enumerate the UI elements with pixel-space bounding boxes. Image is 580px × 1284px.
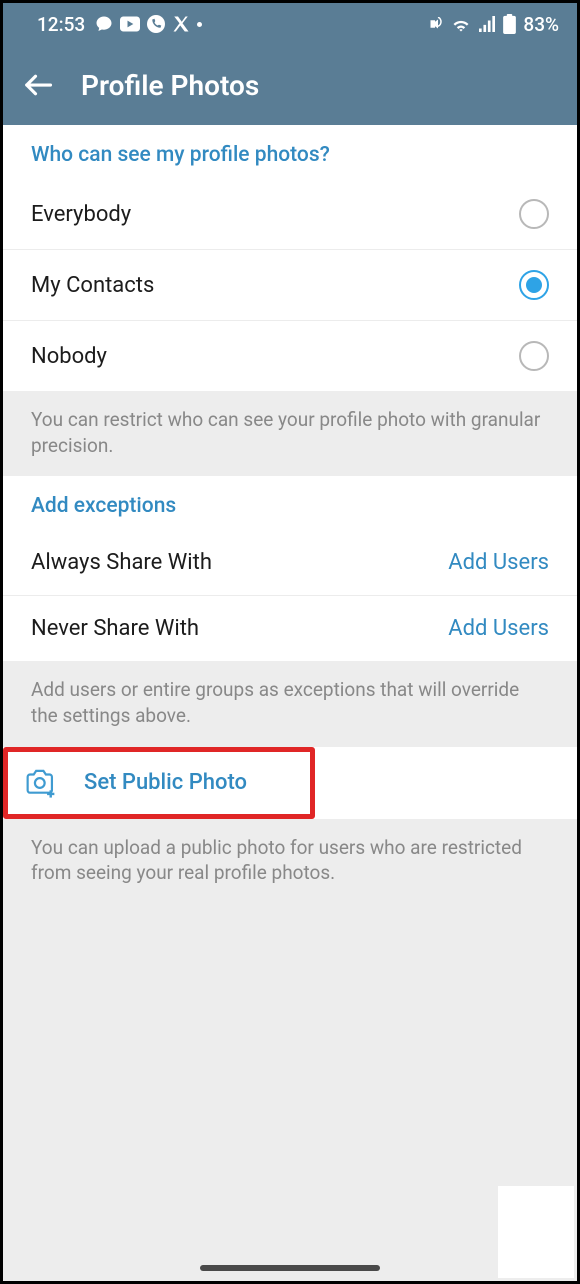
visibility-section-header: Who can see my profile photos? (3, 125, 577, 179)
more-dot-icon (197, 22, 202, 27)
battery-icon (503, 14, 516, 34)
add-users-link[interactable]: Add Users (448, 550, 549, 575)
status-bar: 12:53 83% (3, 3, 577, 45)
camera-add-icon (20, 768, 58, 798)
status-right-icons: 83% (426, 13, 559, 36)
content: Who can see my profile photos? Everybody… (3, 125, 577, 1281)
status-time: 12:53 (37, 13, 85, 36)
x-icon (172, 15, 190, 33)
visibility-footer: You can restrict who can see your profil… (3, 391, 577, 476)
cellular-icon (478, 16, 496, 32)
highlight-annotation: Set Public Photo (3, 747, 315, 819)
app-bar: Profile Photos (3, 45, 577, 125)
option-nobody[interactable]: Nobody (3, 321, 577, 391)
public-photo-footer: You can upload a public photo for users … (3, 819, 577, 904)
voip-icon (426, 17, 444, 31)
set-public-photo-label: Set Public Photo (84, 770, 247, 795)
bottom-overlay (498, 1186, 574, 1278)
radio-selected-icon (519, 270, 549, 300)
back-button[interactable] (23, 70, 53, 100)
option-my-contacts[interactable]: My Contacts (3, 250, 577, 321)
option-label: Nobody (31, 344, 107, 369)
exceptions-section-header: Add exceptions (3, 476, 577, 530)
nav-handle[interactable] (200, 1265, 380, 1271)
radio-unselected-icon (519, 199, 549, 229)
option-label: Everybody (31, 202, 131, 227)
wifi-icon (451, 16, 471, 32)
page-title: Profile Photos (81, 69, 259, 102)
option-everybody[interactable]: Everybody (3, 179, 577, 250)
row-label: Always Share With (31, 550, 212, 575)
exceptions-footer: Add users or entire groups as exceptions… (3, 661, 577, 746)
youtube-icon (120, 16, 140, 32)
row-always-share[interactable]: Always Share With Add Users (3, 530, 577, 596)
row-label: Never Share With (31, 616, 199, 641)
add-users-link[interactable]: Add Users (448, 616, 549, 641)
status-battery: 83% (523, 13, 559, 36)
status-notification-icons (95, 15, 202, 33)
radio-unselected-icon (519, 341, 549, 371)
chat-icon (95, 15, 113, 33)
set-public-photo-button[interactable]: Set Public Photo (8, 752, 310, 814)
option-label: My Contacts (31, 273, 154, 298)
phone-circle-icon (147, 15, 165, 33)
row-never-share[interactable]: Never Share With Add Users (3, 596, 577, 661)
arrow-left-icon (23, 70, 53, 100)
